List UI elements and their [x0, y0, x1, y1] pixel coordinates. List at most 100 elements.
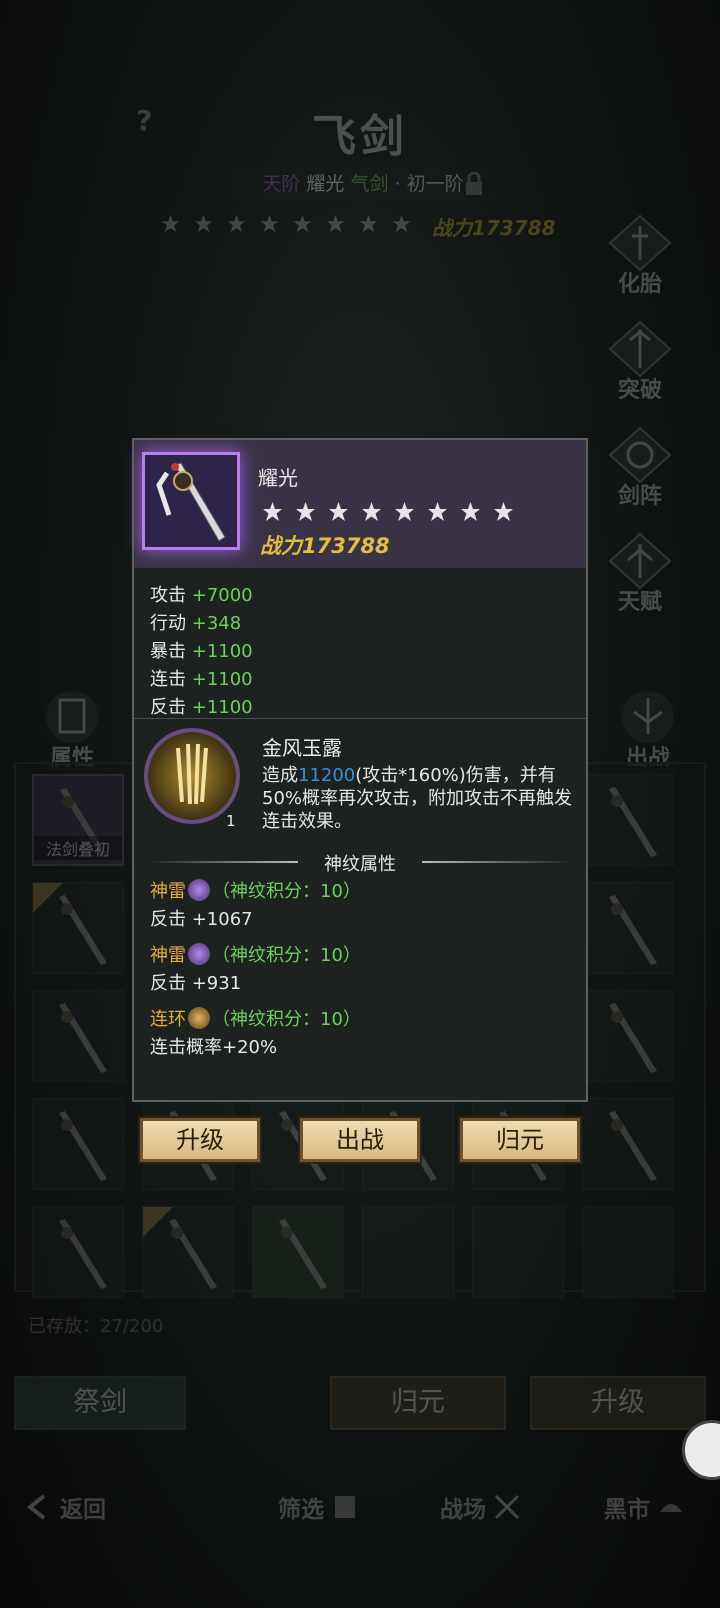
rank-separator: · — [394, 173, 401, 195]
star-emblem-icon — [260, 214, 279, 233]
stat-row: 攻击 +7000 — [150, 582, 253, 610]
sword-icon — [609, 895, 657, 965]
stat-name: 行动 — [150, 613, 186, 634]
stat-value: +7000 — [191, 585, 253, 606]
header-star-row — [158, 213, 414, 235]
slot-tag: 法剑叠初 — [34, 836, 122, 860]
stat-name: 暴击 — [150, 641, 186, 662]
scroll-icon — [46, 691, 98, 743]
chain-rune-icon — [188, 1007, 210, 1029]
star-emblem-icon — [194, 214, 213, 233]
sword-icon — [59, 1003, 107, 1073]
rank-name: 耀光 — [306, 173, 345, 195]
stat-name: 连击 — [150, 669, 186, 690]
filter-button[interactable]: 筛选 — [278, 1490, 360, 1524]
inventory-slot[interactable] — [32, 990, 124, 1082]
lotus-emblem-icon — [608, 426, 672, 484]
star-emblem-icon — [428, 502, 447, 521]
rank-kind: 气剑 — [350, 173, 389, 195]
black-market-button[interactable]: 黑市 — [604, 1490, 686, 1524]
inventory-slot[interactable] — [362, 1206, 454, 1298]
sword-icon — [609, 1111, 657, 1181]
back-arrow-icon — [26, 1494, 46, 1520]
skill-icon — [144, 728, 240, 824]
rune-points: （神纹积分：10） — [212, 945, 361, 966]
inventory-slot[interactable] — [252, 1206, 344, 1298]
inventory-slot[interactable] — [142, 1206, 234, 1298]
rune-entry: 连环 （神纹积分：10） 连击概率+20% — [150, 1006, 361, 1062]
inventory-slot[interactable] — [582, 1206, 674, 1298]
star-emblem-icon — [293, 214, 312, 233]
return-button[interactable]: 归元 — [460, 1118, 580, 1162]
inventory-slot[interactable] — [32, 1098, 124, 1190]
back-button[interactable]: 返回 — [24, 1490, 106, 1524]
lock-icon[interactable] — [464, 172, 484, 196]
thunder-rune-icon — [188, 879, 210, 901]
rune-effect: 连击概率+20% — [150, 1037, 278, 1058]
star-emblem-icon — [392, 214, 411, 233]
sacrifice-button[interactable]: 祭剑 — [14, 1376, 186, 1430]
sword-icon — [59, 1111, 107, 1181]
stat-list: 攻击 +7000 行动 +348 暴击 +1100 连击 +1100 反击 +1100 — [150, 582, 253, 722]
inventory-slot[interactable] — [32, 1206, 124, 1298]
star-emblem-icon — [161, 214, 180, 233]
star-emblem-icon — [227, 214, 246, 233]
filter-label: 筛选 — [278, 1496, 324, 1523]
rune-effect: 反击 +931 — [150, 973, 242, 994]
rune-section-title: 神纹属性 — [134, 850, 586, 876]
thunder-rune-icon — [188, 943, 210, 965]
inventory-slot[interactable] — [582, 882, 674, 974]
golden-blades-icon — [176, 743, 208, 805]
sword-icon — [609, 1003, 657, 1073]
sword-icon — [59, 1219, 107, 1289]
inventory-slot[interactable]: 法剑叠初 — [32, 774, 124, 866]
stat-name: 攻击 — [150, 585, 186, 606]
star-emblem-icon — [326, 214, 345, 233]
deploy-emblem-icon — [622, 691, 674, 743]
inventory-slot[interactable] — [32, 882, 124, 974]
star-emblem-icon — [395, 502, 414, 521]
sword-emblem-icon — [608, 214, 672, 272]
upgrade-bottom-button[interactable]: 升级 — [530, 1376, 706, 1430]
stat-value: +1100 — [191, 669, 253, 690]
skill-desc-value: 11200 — [298, 765, 356, 786]
stat-value: +348 — [191, 613, 242, 634]
skill-description: 造成11200(攻击*160%)伤害，并有50%概率再次攻击，附加攻击不再触发连… — [262, 764, 578, 833]
item-icon-frame — [142, 452, 240, 550]
rune-points: （神纹积分：10） — [212, 881, 361, 902]
inventory-slot[interactable] — [582, 990, 674, 1082]
star-emblem-icon — [263, 502, 282, 521]
side-button-sword-array[interactable]: 剑阵 — [604, 424, 676, 514]
stat-value: +1100 — [191, 697, 253, 718]
stat-row: 暴击 +1100 — [150, 638, 253, 666]
equipped-corner-badge — [143, 1207, 173, 1237]
star-emblem-icon — [296, 502, 315, 521]
popup-header: 耀光 战力173788 — [134, 440, 586, 568]
black-market-label: 黑市 — [604, 1496, 650, 1523]
item-power: 战力173788 — [260, 534, 390, 558]
divider — [134, 718, 586, 719]
battlefield-button[interactable]: 战场 — [440, 1490, 522, 1524]
rune-entry: 神雷 （神纹积分：10） 反击 +1067 — [150, 878, 361, 934]
sword-emblem-icon — [608, 320, 672, 378]
rune-name: 神雷 — [150, 945, 186, 966]
talent-emblem-icon — [608, 532, 672, 590]
header-power: 战力173788 — [432, 216, 556, 240]
side-button-breakthrough[interactable]: 突破 — [604, 318, 676, 408]
item-name: 耀光 — [258, 466, 298, 490]
deploy-button[interactable]: 出战 — [300, 1118, 420, 1162]
flying-sword-icon — [156, 462, 226, 542]
star-emblem-icon — [494, 502, 513, 521]
filter-icon — [335, 1496, 355, 1518]
sword-icon — [609, 787, 657, 857]
side-button-talent[interactable]: 天赋 — [604, 530, 676, 620]
inventory-slot[interactable] — [582, 1098, 674, 1190]
side-button-huatai[interactable]: 化胎 — [604, 212, 676, 302]
inventory-slot[interactable] — [472, 1206, 564, 1298]
upgrade-button[interactable]: 升级 — [140, 1118, 260, 1162]
return-bottom-button[interactable]: 归元 — [330, 1376, 506, 1430]
star-emblem-icon — [461, 502, 480, 521]
inventory-slot[interactable] — [582, 774, 674, 866]
skill-name: 金风玉露 — [262, 736, 342, 760]
star-emblem-icon — [362, 502, 381, 521]
